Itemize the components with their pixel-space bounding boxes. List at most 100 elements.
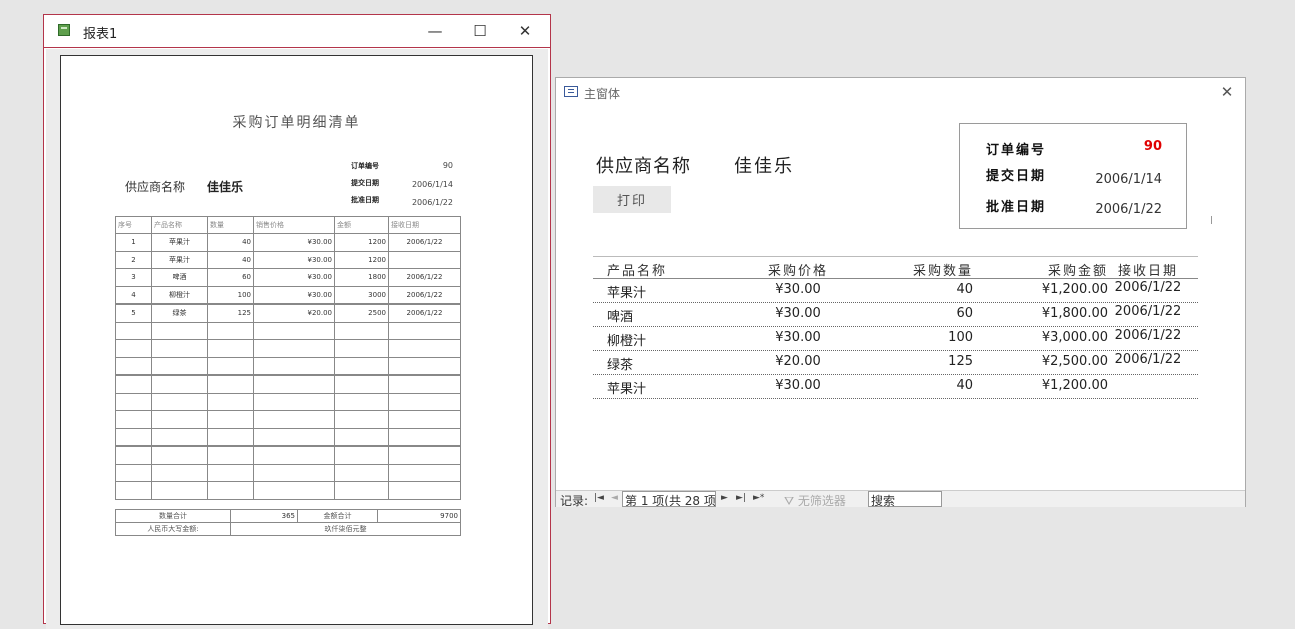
grid-cell[interactable]: 2006/1/22 [1103, 304, 1193, 319]
grid-cell[interactable]: 40 [863, 378, 973, 393]
report-cell [207, 481, 254, 500]
form-supplier-label: 供应商名称 [596, 156, 691, 177]
grid-row[interactable]: 苹果汁 ¥30.00 40 ¥1,200.00 [593, 375, 1198, 399]
grid-cell[interactable]: 绿茶 [607, 354, 633, 373]
record-position-input[interactable]: 第 1 项(共 28 项 [622, 491, 716, 507]
grid-cell[interactable]: ¥2,500.00 [973, 354, 1108, 369]
report-cell: ¥30.00 [253, 268, 335, 287]
rmb-label: 人民币大写金额: [115, 522, 231, 536]
grid-cell[interactable]: ¥30.00 [733, 330, 863, 345]
grid-cell[interactable]: 苹果汁 [607, 282, 646, 301]
report-submit-date-label: 提交日期 [351, 179, 379, 187]
report-order-no: 90 [442, 161, 453, 170]
grid-cell[interactable]: 啤酒 [607, 306, 633, 325]
report-cell [388, 445, 461, 465]
report-table-row [115, 481, 461, 500]
report-cell: 5 [115, 303, 152, 323]
grid-cell[interactable]: 60 [863, 306, 973, 321]
grid-cell[interactable]: ¥30.00 [733, 282, 863, 297]
main-form-window: 主窗体 ✕ 供应商名称 佳佳乐 打印 订单编号 90 提交日期 2006/1/1… [555, 77, 1246, 509]
next-record-icon[interactable]: ► [721, 493, 728, 503]
grid-cell[interactable]: 125 [863, 354, 973, 369]
grid-cell[interactable]: ¥3,000.00 [973, 330, 1108, 345]
report-cell: 1200 [334, 250, 389, 269]
report-table-row [115, 392, 461, 411]
report-cell: ¥30.00 [253, 250, 335, 269]
grid-row[interactable]: 柳橙汁 ¥30.00 100 ¥3,000.00 2006/1/22 [593, 327, 1198, 351]
grid-header: 产品名称 采购价格 采购数量 采购金额 接收日期 [593, 256, 1198, 279]
no-filter-button[interactable]: ⛛ 无筛选器 [784, 492, 846, 509]
report-cell [334, 321, 389, 340]
report-cell [388, 356, 461, 376]
report-cell [253, 374, 335, 394]
prev-record-icon[interactable]: ◄ [611, 493, 618, 503]
report-cell [207, 445, 254, 465]
report-col-header: 序号 [115, 216, 152, 234]
report-title-bar[interactable]: 报表1 — ☐ ✕ [44, 15, 550, 48]
grid-cell[interactable]: 柳橙汁 [607, 330, 646, 349]
grid-row[interactable]: 绿茶 ¥20.00 125 ¥2,500.00 2006/1/22 [593, 351, 1198, 375]
grid-cell[interactable]: 2006/1/22 [1103, 328, 1193, 343]
report-table-row: 3 啤酒 60 ¥30.00 1800 2006/1/22 [115, 268, 461, 287]
report-cell [253, 427, 335, 447]
record-navigation-bar: 记录: |◄ ◄ 第 1 项(共 28 项 ► ►| ►* ⛛ 无筛选器 搜索 [556, 490, 1245, 509]
report-cell: 3000 [334, 285, 389, 305]
form-close-button[interactable]: ✕ [1215, 81, 1239, 103]
new-record-icon[interactable]: ►* [753, 493, 764, 503]
report-cell: 绿茶 [151, 303, 208, 323]
report-table-row [115, 339, 461, 358]
report-table-row [115, 445, 461, 465]
report-cell [115, 463, 152, 482]
print-button[interactable]: 打印 [593, 186, 671, 213]
filter-label: 无筛选器 [797, 494, 846, 508]
first-record-icon[interactable]: |◄ [594, 493, 604, 503]
grid-cell[interactable]: 40 [863, 282, 973, 297]
grid-cell[interactable]: 2006/1/22 [1103, 280, 1193, 295]
grid-row[interactable]: 苹果汁 ¥30.00 40 ¥1,200.00 2006/1/22 [593, 279, 1198, 303]
grid-cell[interactable]: 苹果汁 [607, 378, 646, 397]
report-cell [253, 481, 335, 500]
grid-row[interactable]: 啤酒 ¥30.00 60 ¥1,800.00 2006/1/22 [593, 303, 1198, 327]
report-cell: 1 [115, 233, 152, 252]
grid-cell[interactable]: ¥1,200.00 [973, 378, 1108, 393]
report-cell [207, 374, 254, 394]
report-approve-date: 2006/1/22 [411, 198, 453, 207]
report-cell [388, 481, 461, 500]
form-approve-date-label: 批准日期 [986, 200, 1047, 215]
report-cell [207, 392, 254, 411]
grid-col-header: 接收日期 [1117, 264, 1178, 279]
grid-cell[interactable]: ¥30.00 [733, 306, 863, 321]
report-cell: 苹果汁 [151, 233, 208, 252]
maximize-button[interactable]: ☐ [458, 19, 502, 43]
report-order-no-label: 订单编号 [351, 162, 379, 170]
grid-cell[interactable]: ¥1,800.00 [973, 306, 1108, 321]
search-input[interactable]: 搜索 [868, 491, 942, 508]
grid-cell[interactable]: ¥20.00 [733, 354, 863, 369]
report-table-row [115, 356, 461, 376]
form-icon [564, 86, 578, 97]
report-col-header: 数量 [207, 216, 254, 234]
amount-total-label: 金额合计 [297, 509, 378, 523]
grid-cell[interactable]: ¥1,200.00 [973, 282, 1108, 297]
grid-col-header: 采购金额 [1047, 264, 1108, 279]
qty-total-label: 数量合计 [115, 509, 231, 523]
report-cell [207, 410, 254, 429]
close-button[interactable]: ✕ [503, 19, 547, 43]
last-record-icon[interactable]: ►| [736, 493, 746, 503]
grid-cell[interactable]: 100 [863, 330, 973, 345]
minimize-button[interactable]: — [413, 19, 457, 43]
report-window-title: 报表1 [83, 27, 118, 42]
report-window: 报表1 — ☐ ✕ 采购订单明细清单 供应商名称 佳佳乐 订单编号 90 提交日… [43, 14, 551, 629]
report-cell [388, 427, 461, 447]
report-table-row [115, 410, 461, 429]
report-cell [388, 463, 461, 482]
report-cell [334, 481, 389, 500]
form-approve-date: 2006/1/22 [1095, 202, 1162, 217]
grid-cell[interactable]: ¥30.00 [733, 378, 863, 393]
rmb-value: 玖仟柒佰元整 [230, 522, 461, 536]
grid-cell[interactable]: 2006/1/22 [1103, 352, 1193, 367]
report-cell: 1800 [334, 268, 389, 287]
report-cell: 2006/1/22 [388, 268, 461, 287]
report-cell: 3 [115, 268, 152, 287]
report-table-header: 序号 产品名称 数量 销售价格 金额 接收日期 [115, 216, 461, 234]
